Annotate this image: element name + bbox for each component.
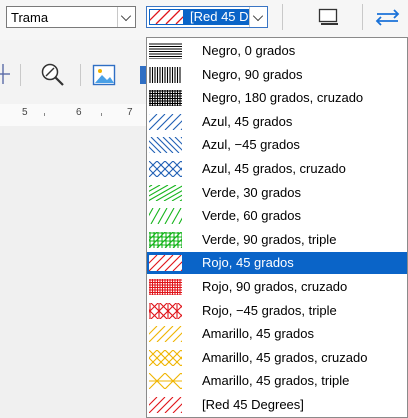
hatch-swatch-icon [149,113,182,130]
hatch-list-item[interactable]: Negro, 90 grados [147,64,407,86]
hatch-list-item-label: [Red 45 Degrees] [202,397,304,412]
hatch-list-item-label: Rojo, 90 grados, cruzado [202,279,348,294]
hatch-swatch-icon [149,66,182,83]
transition-arrows-icon[interactable] [374,8,402,26]
hatch-list-item-label: Amarillo, 45 grados, triple [202,373,350,389]
hatch-list-item-label: Azul, 45 grados [202,113,293,129]
hatch-swatch-icon [149,302,182,319]
hatch-list-item[interactable]: Azul, 45 grados [147,111,407,133]
ruler-mark: 5 [22,107,28,118]
hatch-list-item-label: Negro, 0 grados [202,43,296,58]
ruler-tick [101,113,102,116]
ruler-tick [44,113,45,116]
toolbar-separator [282,4,283,30]
hatch-swatch-icon [149,208,182,225]
chevron-down-icon [252,10,264,22]
hatch-swatch-icon [149,255,182,272]
hatch-list-item-label: Negro, 90 grados [202,66,303,82]
ruler-mark: 7 [127,107,133,118]
hatch-list-item[interactable]: Negro, 180 grados, cruzado [147,87,407,109]
hatch-list-item[interactable]: Rojo, −45 grados, triple [147,300,407,322]
hatch-list-item-label: Azul, −45 grados [202,137,300,153]
hatch-list-item[interactable]: Verde, 30 grados [147,182,407,204]
hatch-swatch-icon [149,397,182,413]
hatch-swatch-icon [149,326,182,343]
image-icon[interactable] [92,64,116,86]
hatch-swatch-icon [149,349,182,366]
hatch-list-item[interactable]: Rojo, 90 grados, cruzado [147,276,407,298]
zoom-icon[interactable] [40,62,66,88]
hatch-list-item[interactable]: Amarillo, 45 grados, cruzado [147,347,407,369]
hatch-list-item-label: Rojo, −45 grados, triple [202,302,337,318]
hatch-swatch-icon [149,279,182,295]
shadow-toggle-icon[interactable] [318,8,340,26]
hatch-list-item[interactable]: Amarillo, 45 grados [147,323,407,345]
hatch-list-item-label: Verde, 90 grados, triple [202,231,337,247]
hatch-list-item-label: Verde, 60 grados [202,208,302,224]
hatch-list-item-label: Rojo, 45 grados [202,255,294,271]
ruler-mark: 6 [76,107,82,118]
drawing-toolbar [0,52,148,100]
toolbar-separator [20,64,21,86]
hatch-list-item-label: Azul, 45 grados, cruzado [202,161,346,176]
hatch-list-item[interactable]: Azul, 45 grados, cruzado [147,158,407,180]
hatch-swatch-icon [149,90,182,107]
hatch-list-item[interactable]: Verde, 60 grados [147,205,407,227]
hatch-list-item[interactable]: Negro, 0 grados [147,40,407,62]
hatch-swatch-icon [149,184,182,201]
hatch-list-item-label: Amarillo, 45 grados, cruzado [202,349,368,365]
crosshair-icon[interactable] [0,62,12,86]
hatch-list-item-label: Verde, 30 grados [202,184,302,200]
hatch-swatch-icon [149,137,182,154]
hatch-style-dropdown-button[interactable] [249,7,267,27]
hatch-selected-value: [Red 45 Degrees] [149,9,249,25]
hatch-list-item[interactable]: Verde, 90 grados, triple [147,229,407,251]
hatch-list-item[interactable]: Amarillo, 45 grados, triple [147,370,407,392]
hatch-selected-label: [Red 45 Degrees] [190,9,249,24]
sidebar-toolbar: Trama [Red 45 Degrees] [0,0,408,40]
area-style-dropdown-button[interactable] [117,7,135,27]
hatch-swatch-icon [149,161,182,177]
hatch-style-list: Negro, 0 grados Negro, 90 grados Negro, 18… [146,37,408,418]
hatch-list-item-label: Negro, 180 grados, cruzado [202,90,364,106]
chevron-down-icon [120,10,132,22]
area-style-combobox[interactable]: Trama [6,6,136,28]
hatch-style-combobox[interactable]: [Red 45 Degrees] [146,6,268,28]
hatch-list-item[interactable]: [Red 45 Degrees] [147,394,407,416]
hatch-list-item[interactable]: Rojo, 45 grados [147,252,407,275]
hatch-swatch-icon [149,43,182,59]
hatch-preview-icon [150,10,183,24]
horizontal-ruler: 5 6 7 [0,104,146,126]
toolbar-separator [80,64,81,86]
hatch-swatch-icon [149,373,182,390]
document-canvas[interactable] [0,126,146,418]
hatch-list-item-label: Amarillo, 45 grados [202,326,314,342]
hatch-list-item[interactable]: Azul, −45 grados [147,134,407,156]
area-style-value: Trama [11,10,49,25]
hatch-swatch-icon [149,231,182,248]
toolbar-separator [362,4,363,30]
